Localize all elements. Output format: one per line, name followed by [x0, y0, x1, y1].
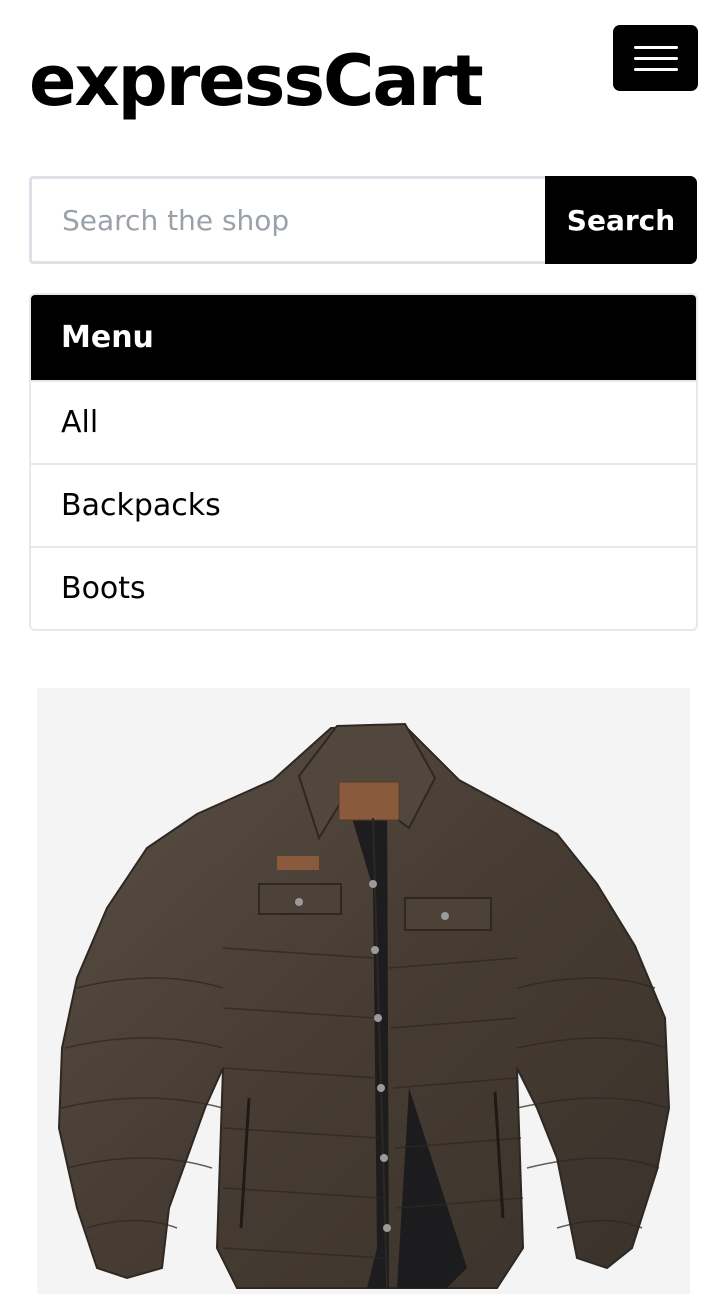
- menu-item-backpacks[interactable]: Backpacks: [31, 463, 696, 546]
- hamburger-menu-icon-bar: [633, 45, 678, 49]
- product-image[interactable]: [37, 688, 690, 1294]
- brand-logo[interactable]: expressCart: [29, 38, 484, 124]
- search-button[interactable]: Search: [545, 176, 697, 264]
- menu-item-boots[interactable]: Boots: [31, 546, 696, 629]
- menu-item-all[interactable]: All: [31, 380, 696, 463]
- page: expressCart Search Menu All Backpacks Bo…: [0, 0, 728, 1294]
- category-menu: Menu All Backpacks Boots: [29, 293, 698, 631]
- hamburger-menu-button[interactable]: [613, 25, 698, 91]
- menu-title: Menu: [31, 295, 696, 380]
- hamburger-menu-icon-bar: [633, 56, 678, 60]
- brown-quilted-jacket-image: [57, 722, 671, 1289]
- search-input[interactable]: [29, 176, 545, 264]
- hamburger-menu-icon-bar: [633, 67, 678, 71]
- search-form: Search: [29, 176, 697, 264]
